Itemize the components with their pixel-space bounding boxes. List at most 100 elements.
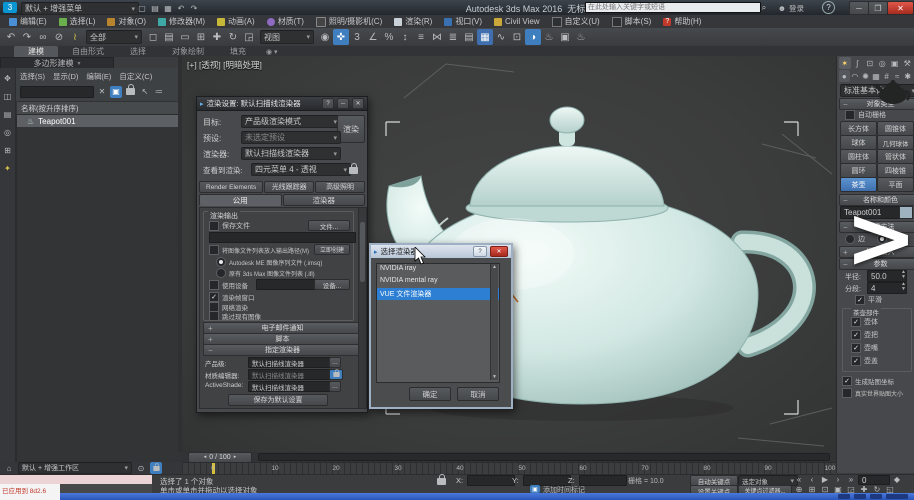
- lights-category-icon[interactable]: ✺: [860, 70, 871, 82]
- tube-button[interactable]: 管状体: [877, 149, 914, 164]
- explorer-selection-icon[interactable]: ✦: [2, 162, 14, 174]
- renderer-list-item-iray[interactable]: NVIDIA iray: [377, 264, 499, 276]
- signin-label[interactable]: 登录: [789, 3, 804, 14]
- skip-existing-checkbox[interactable]: 跳过现有图像: [209, 311, 261, 321]
- frame-prev-icon[interactable]: ◂: [204, 454, 207, 460]
- material-renderer-lock-button[interactable]: [329, 369, 343, 380]
- choose-activeshade-renderer-button[interactable]: …: [329, 381, 341, 392]
- scroll-down-icon[interactable]: ▼: [492, 374, 497, 380]
- menu-select[interactable]: 选择(L): [54, 16, 101, 27]
- angle-snap-icon[interactable]: ∠: [365, 29, 381, 45]
- menu-edit[interactable]: 编辑(E): [4, 16, 52, 27]
- explorer-layers-icon[interactable]: ▤: [2, 108, 14, 120]
- files-button[interactable]: 文件...: [308, 220, 350, 231]
- taskbar-tray-icon[interactable]: [870, 494, 882, 499]
- preset-dropdown[interactable]: 未选定预设▾: [241, 131, 341, 144]
- pick-parent-icon[interactable]: ↖: [139, 86, 151, 98]
- select-and-scale-icon[interactable]: ◲: [241, 29, 257, 45]
- key-mode-icon[interactable]: ◆: [891, 475, 903, 484]
- explorer-menu-customize[interactable]: 自定义(C): [119, 71, 152, 82]
- shapes-category-icon[interactable]: ◠: [850, 70, 861, 82]
- renderer-list-item-vue[interactable]: VUE 文件渲染器: [377, 288, 499, 300]
- menu-civil-view[interactable]: Civil View: [489, 17, 545, 26]
- ribbon-tab-modeling[interactable]: 建模: [14, 46, 58, 57]
- dialog-minimize-button[interactable]: ─: [337, 98, 349, 109]
- selection-lock-icon[interactable]: [150, 462, 162, 474]
- dialog-close-button[interactable]: ✕: [490, 246, 508, 257]
- curve-editor-icon[interactable]: ∿: [493, 29, 509, 45]
- x-coord-field[interactable]: [467, 475, 515, 486]
- window-crossing-icon[interactable]: ⊞: [193, 29, 209, 45]
- taskbar-tray-icon[interactable]: [838, 494, 850, 499]
- explorer-sort-icon[interactable]: ✥: [2, 72, 14, 84]
- autogrid-checkbox[interactable]: 自动栅格: [845, 110, 886, 120]
- menu-help[interactable]: ?帮助(H): [658, 16, 706, 27]
- undo-qat-icon[interactable]: ↶: [175, 2, 187, 14]
- redo-qat-icon[interactable]: ↷: [188, 2, 200, 14]
- ifl-radio[interactable]: 原有 3ds Max 图像文件列表 (.ifl): [216, 268, 315, 278]
- renderer-list-scrollbar[interactable]: ▲ ▼: [490, 264, 498, 380]
- render-setup-dialog[interactable]: ▸ 渲染设置: 默认扫描线渲染器 ? ─ ✕ 目标: 产品级渲染模式▾ 渲染 预…: [196, 96, 368, 413]
- select-and-manipulate-icon[interactable]: ✜: [333, 29, 349, 45]
- ribbon-tab-selection[interactable]: 选择: [118, 46, 158, 57]
- open-file-icon[interactable]: ▤: [149, 2, 161, 14]
- next-frame-icon[interactable]: ›: [832, 475, 844, 484]
- maxscript-mini-listener[interactable]: 已应用到 8d2.6: [0, 484, 60, 500]
- cancel-button[interactable]: 取消: [457, 387, 499, 401]
- close-button[interactable]: ✕: [887, 1, 914, 15]
- rendered-frame-window-checkbox[interactable]: ✓渲染帧窗口: [209, 292, 255, 302]
- viewport-label[interactable]: [+] [透视] [明暗处理]: [187, 59, 262, 71]
- explorer-column-header[interactable]: 名称(按升序排序) ▾: [16, 101, 191, 115]
- view-lock-icon[interactable]: [349, 166, 358, 176]
- clear-search-icon[interactable]: ✕: [96, 86, 108, 98]
- assign-renderer-rollout[interactable]: −指定渲染器: [203, 344, 362, 356]
- box-button[interactable]: 长方体: [840, 121, 877, 136]
- tab-renderer[interactable]: 渲染器: [283, 194, 366, 206]
- undo-icon[interactable]: ↶: [3, 29, 19, 45]
- play-icon[interactable]: ▶: [819, 475, 831, 484]
- redo-icon[interactable]: ↷: [19, 29, 35, 45]
- select-and-rotate-icon[interactable]: ↻: [225, 29, 241, 45]
- device-field[interactable]: [256, 279, 318, 290]
- choose-renderer-dialog[interactable]: ▸ 选择渲染器 ? ✕ NVIDIA iray NVIDIA mental ra…: [369, 243, 513, 409]
- body-checkbox[interactable]: ✓壶体: [851, 317, 878, 327]
- user-signin-icon[interactable]: ☻: [776, 2, 788, 14]
- current-frame-field[interactable]: 0: [858, 475, 890, 485]
- devices-button[interactable]: 设备...: [314, 279, 350, 290]
- select-and-link-icon[interactable]: ∞: [35, 29, 51, 45]
- z-coord-field[interactable]: [579, 475, 627, 486]
- explorer-materials-icon[interactable]: ◎: [2, 126, 14, 138]
- mirror-icon[interactable]: ⋈: [429, 29, 445, 45]
- new-scene-icon[interactable]: ▢: [136, 2, 148, 14]
- image-list-checkbox[interactable]: 将图像文件列表放入输出路径(M): [209, 245, 309, 255]
- tab-raytracer[interactable]: 光线跟踪器: [264, 181, 314, 193]
- menu-lighting-cameras[interactable]: 照明/摄影机(C): [311, 16, 387, 27]
- max-logo-icon[interactable]: 3: [3, 2, 17, 13]
- menu-rendering[interactable]: 渲染(R): [389, 16, 437, 27]
- renderer-dropdown[interactable]: 默认扫描线渲染器▾: [241, 147, 341, 160]
- pyramid-button[interactable]: 四棱锥: [877, 163, 914, 178]
- time-slider-handle[interactable]: ◂ 0 / 100 ▸: [188, 452, 252, 463]
- scrollbar-thumb[interactable]: [360, 222, 365, 282]
- use-pivot-center-icon[interactable]: ◉: [317, 29, 333, 45]
- hierarchy-tab-icon[interactable]: ⊡: [864, 57, 876, 69]
- bind-to-spacewarp-icon[interactable]: ≀: [67, 29, 83, 45]
- display-tab-icon[interactable]: ▣: [889, 57, 901, 69]
- render-production-icon[interactable]: ♨: [573, 29, 589, 45]
- help-icon[interactable]: ?: [822, 1, 835, 14]
- output-path-field[interactable]: [209, 232, 356, 243]
- bottom-workspace-dropdown[interactable]: 默认 + 增强工作区▾: [18, 462, 132, 474]
- real-world-map-checkbox[interactable]: 真实世界贴图大小: [842, 388, 903, 398]
- choose-renderer-titlebar[interactable]: ▸ 选择渲染器 ? ✕: [371, 245, 511, 258]
- material-editor-icon[interactable]: ◑: [525, 29, 541, 45]
- generate-mapping-checkbox[interactable]: ✓生成贴图坐标: [842, 376, 894, 386]
- taskbar-tray-icon[interactable]: [854, 494, 866, 499]
- named-selection-sets-icon[interactable]: ≡: [413, 29, 429, 45]
- menu-modifiers[interactable]: 修改器(M): [153, 16, 210, 27]
- spout-checkbox[interactable]: ✓壶嘴: [851, 343, 878, 353]
- explorer-containers-icon[interactable]: ⊞: [2, 144, 14, 156]
- menu-scripting[interactable]: 脚本(S): [607, 16, 657, 27]
- ribbon-tab-freeform[interactable]: 自由形式: [60, 46, 116, 57]
- sync-selection-icon[interactable]: ≔: [153, 86, 165, 98]
- explorer-menu-display[interactable]: 显示(D): [53, 71, 78, 82]
